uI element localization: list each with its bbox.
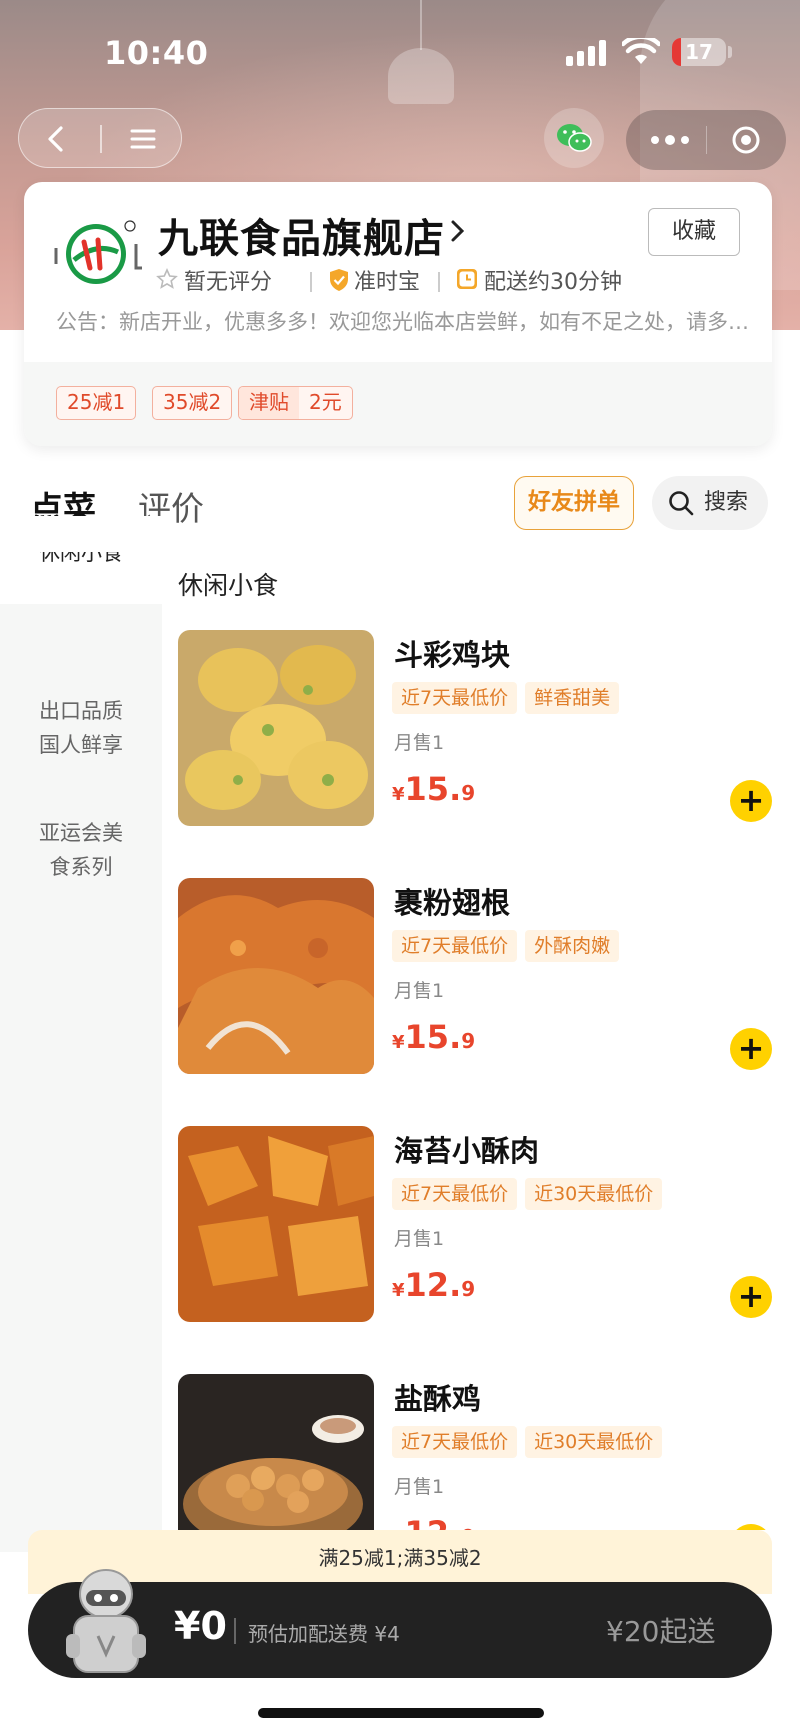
min-order[interactable]: ¥20起送 [606, 1610, 715, 1650]
product-tag: 近7天最低价 [392, 682, 518, 714]
nav-divider [100, 125, 102, 153]
subsidy-value: 2元 [309, 390, 342, 414]
meta-divider [438, 272, 440, 292]
product-tag: 近7天最低价 [392, 930, 518, 962]
store-logo [54, 220, 142, 284]
delivery-fee: 预估加配送费 ¥4 [248, 1622, 400, 1646]
monthly-sales: 月售1 [394, 1228, 445, 1250]
promo-tag: 35减2 [152, 386, 233, 420]
subsidy-label: 津贴 [239, 387, 299, 419]
product-name: 海苔小酥肉 [394, 1134, 540, 1168]
product-card[interactable]: 斗彩鸡块 近7天最低价 鲜香甜美 月售1 ¥15.9 + [178, 630, 778, 830]
product-tag: 近7天最低价 [392, 1426, 518, 1458]
promo-band [24, 362, 772, 446]
product-card[interactable]: 海苔小酥肉 近7天最低价 近30天最低价 月售1 ¥12.9 + [178, 1126, 778, 1326]
favorite-button[interactable]: 收藏 [648, 208, 740, 256]
close-miniapp-icon[interactable] [730, 124, 762, 156]
product-name: 盐酥鸡 [394, 1382, 482, 1416]
category-sidebar: 休闲小食 出口品质 国人鲜享 亚运会美 食系列 [0, 516, 162, 1552]
monthly-sales: 月售1 [394, 1476, 445, 1498]
monthly-sales: 月售1 [394, 980, 445, 1002]
search-icon [669, 491, 694, 516]
rating-text: 暂无评分 [184, 270, 273, 295]
add-to-cart-button[interactable]: + [730, 780, 772, 822]
product-tags: 近7天最低价 鲜香甜美 [392, 682, 627, 716]
sidebar-item-export-quality[interactable]: 出口品质 国人鲜享 [0, 660, 162, 762]
product-tag: 近30天最低价 [525, 1426, 663, 1458]
meta-divider [310, 272, 312, 292]
ontime-label: 准时宝 [354, 270, 421, 295]
store-info-card: 九联食品旗舰店 收藏 暂无评分 准时宝 配送约30分钟 公告：新店开业，优惠多多… [24, 182, 772, 446]
more-icon[interactable] [648, 128, 692, 152]
search-label: 搜索 [704, 490, 749, 515]
sidebar-item-asian-games[interactable]: 亚运会美 食系列 [0, 782, 162, 884]
product-name: 斗彩鸡块 [394, 638, 511, 672]
product-price: ¥12.9 [392, 1266, 476, 1304]
search-button[interactable]: 搜索 [652, 476, 768, 530]
capsule-divider [706, 126, 707, 154]
product-tags: 近7天最低价 近30天最低价 [392, 1426, 670, 1460]
add-to-cart-button[interactable]: + [730, 1276, 772, 1318]
product-card[interactable]: 盐酥鸡 近7天最低价近30天最低价 月售1 ¥12.9 + [178, 1374, 778, 1530]
cart-divider [234, 1618, 236, 1644]
battery-icon: 17 [672, 38, 726, 66]
miniapp-capsule [626, 110, 786, 170]
battery-tip [728, 46, 732, 58]
product-image[interactable] [178, 630, 374, 826]
battery-level: 17 [685, 40, 713, 64]
product-image[interactable] [178, 1374, 374, 1530]
add-to-cart-button[interactable]: + [730, 1028, 772, 1070]
product-price: ¥15.9 [392, 1018, 476, 1056]
delivery-time: 配送约30分钟 [484, 270, 622, 295]
menu-icon[interactable] [127, 123, 159, 155]
product-tag: 近30天最低价 [525, 1178, 663, 1210]
cart-mascot-icon[interactable] [56, 1564, 156, 1680]
group-order-button[interactable]: 好友拼单 [514, 476, 634, 530]
product-tags: 近7天最低价 近30天最低价 [392, 1178, 670, 1212]
product-tags: 近7天最低价 外酥肉嫩 [392, 930, 627, 964]
wechat-icon [557, 124, 592, 152]
product-tag: 近7天最低价 [392, 1178, 518, 1210]
wechat-share-button[interactable] [544, 108, 604, 168]
wifi-icon [622, 38, 660, 64]
nav-pill [18, 108, 182, 168]
back-icon[interactable] [41, 123, 73, 155]
product-card[interactable]: 裹粉翅根 近7天最低价 外酥肉嫩 月售1 ¥15.9 + [178, 878, 778, 1078]
product-image[interactable] [178, 878, 374, 1074]
subsidy-tag: 津贴 2元 [238, 386, 353, 420]
clock-icon [457, 269, 477, 289]
monthly-sales: 月售1 [394, 732, 445, 754]
product-price: ¥15.9 [392, 770, 476, 808]
store-name[interactable]: 九联食品旗舰店 [158, 206, 445, 264]
product-price: ¥12.9 [392, 1514, 475, 1530]
cart-amount: ¥0 [174, 1604, 227, 1648]
sidebar-active-bg [0, 516, 162, 552]
home-indicator [258, 1708, 544, 1718]
shield-icon [330, 269, 348, 291]
sidebar-item-label: 出口品质 国人鲜享 [39, 699, 123, 757]
status-time: 10:40 [104, 34, 209, 72]
status-bar: 10:40 17 [0, 0, 800, 100]
sidebar-item-label: 亚运会美 食系列 [39, 821, 123, 879]
star-icon [156, 268, 178, 289]
category-title: 休闲小食 [178, 571, 279, 600]
product-name: 裹粉翅根 [394, 886, 511, 920]
promo-tag: 25减1 [56, 386, 137, 420]
store-notice[interactable]: 公告：新店开业，优惠多多！欢迎您光临本店尝鲜，如有不足之处，请多多包涵 [56, 306, 756, 336]
cellular-signal-icon [566, 40, 610, 66]
chevron-right-icon[interactable] [450, 218, 466, 244]
product-tag: 鲜香甜美 [525, 682, 620, 714]
product-tag: 外酥肉嫩 [525, 930, 620, 962]
product-image[interactable] [178, 1126, 374, 1322]
